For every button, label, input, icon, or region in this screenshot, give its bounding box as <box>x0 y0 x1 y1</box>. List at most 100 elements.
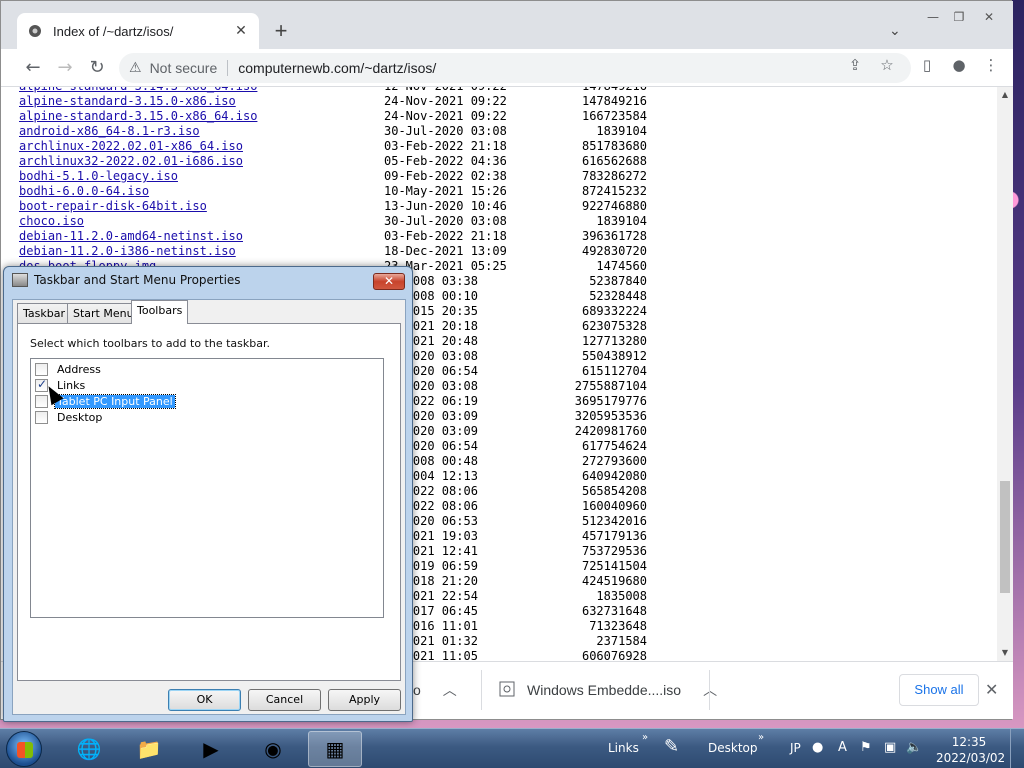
download-item-2[interactable]: Windows Embedde....iso ︿ <box>499 670 717 710</box>
windows-taskbar: 🌐 📁 ▶ ◉ ▦ Links » ✎ Desktop » JP ● A ⚑ ▣… <box>0 728 1024 768</box>
file-size: 1835008 <box>596 589 647 603</box>
file-link[interactable]: debian-11.2.0-amd64-netinst.iso <box>19 229 384 244</box>
language-indicator[interactable]: JP <box>790 741 801 755</box>
page-scrollbar[interactable]: ▲ ▼ <box>997 87 1013 661</box>
show-desktop-button[interactable] <box>1010 729 1024 768</box>
bookmark-star-icon[interactable]: ☆ <box>875 53 899 77</box>
address-label: Address <box>57 362 101 376</box>
restore-button[interactable]: ❐ <box>947 7 971 27</box>
start-button[interactable] <box>6 731 42 767</box>
file-size: 2755887104 <box>574 379 647 393</box>
file-link[interactable]: debian-11.2.0-i386-netinst.iso <box>19 244 384 259</box>
listing-row: bodhi-6.0.0-64.iso 10-May-2021 15:26 87241… <box>19 184 647 199</box>
scroll-down-arrow-icon[interactable]: ▼ <box>1000 648 1010 658</box>
file-size: 753729536 <box>581 544 647 558</box>
show-all-button[interactable]: Show all <box>899 674 979 706</box>
action-center-flag-icon[interactable]: ⚑ <box>860 740 872 755</box>
share-icon[interactable]: ⇪ <box>843 53 867 77</box>
apply-button[interactable]: Apply <box>328 689 401 711</box>
tab-start-menu[interactable]: Start Menu <box>67 303 140 323</box>
system-clock[interactable]: 12:35 2022/03/02 <box>936 734 1005 766</box>
minimize-button[interactable]: — <box>921 7 945 27</box>
clock-time: 12:35 <box>951 735 987 749</box>
tablet-pen-icon[interactable]: ✎ <box>664 736 679 757</box>
taskbar-ie-icon[interactable]: 🌐 <box>62 731 116 767</box>
file-size: 396361728 <box>581 229 647 243</box>
taskbar-properties-window-icon[interactable]: ▦ <box>308 731 362 767</box>
scroll-up-arrow-icon[interactable]: ▲ <box>1000 90 1010 100</box>
file-date: 24-Nov-2021 09:22 <box>384 109 507 123</box>
browser-toolbar: ← → ↻ ⚠ Not secure computernewb.com/~dar… <box>1 49 1013 87</box>
file-size: 872415232 <box>581 184 647 198</box>
tab-search-chevron-icon[interactable]: ⌄ <box>889 23 901 39</box>
file-link[interactable]: archlinux-2022.02.01-x86_64.iso <box>19 139 384 154</box>
download-divider <box>709 670 710 710</box>
listing-row: alpine-standard-3.15.0-x86.iso 24-Nov-202… <box>19 94 647 109</box>
tab-close-icon[interactable]: ✕ <box>233 23 249 39</box>
listing-row: android-x86_64-8.1-r3.iso 30-Jul-2020 03:… <box>19 124 647 139</box>
network-icon[interactable]: ▣ <box>884 740 896 755</box>
file-size: 565854208 <box>581 484 647 498</box>
links-chevron-icon[interactable]: » <box>642 732 648 743</box>
desktop-chevron-icon[interactable]: » <box>758 732 764 743</box>
file-size: 71323648 <box>589 619 647 633</box>
scrollbar-thumb[interactable] <box>1000 481 1010 593</box>
dialog-body: Taskbar Start Menu Toolbars Select which… <box>12 299 406 715</box>
taskbar-chrome-icon[interactable]: ◉ <box>246 731 300 767</box>
profile-avatar-icon[interactable]: ● <box>947 53 971 77</box>
file-size: 492830720 <box>581 244 647 258</box>
tab-taskbar[interactable]: Taskbar <box>17 303 71 323</box>
file-link[interactable]: alpine-standard-3.15.0-x86_64.iso <box>19 109 384 124</box>
forward-button[interactable]: → <box>53 56 77 80</box>
file-link[interactable]: bodhi-6.0.0-64.iso <box>19 184 384 199</box>
download-item-1-name: o <box>413 682 421 698</box>
dialog-close-button[interactable]: ✕ <box>373 273 405 290</box>
download-item-1[interactable]: o ︿ <box>413 670 457 710</box>
new-tab-button[interactable]: + <box>271 20 291 42</box>
taskbar-links-toolbar[interactable]: Links <box>608 741 639 755</box>
file-link[interactable]: archlinux32-2022.02.01-i686.iso <box>19 154 384 169</box>
active-tab[interactable]: Index of /~dartz/isos/ ✕ <box>17 13 259 49</box>
info-warning-icon[interactable]: ⚠ <box>129 60 142 76</box>
listing-row: boot-repair-disk-64bit.iso 13-Jun-2020 10… <box>19 199 647 214</box>
ime-mode-icon[interactable]: A <box>838 740 847 755</box>
taskbar-explorer-icon[interactable]: 📁 <box>122 731 176 767</box>
file-size: 512342016 <box>581 514 647 528</box>
menu-kebab-icon[interactable]: ⋮ <box>979 53 1003 77</box>
window-close-button[interactable]: ✕ <box>977 7 1001 27</box>
file-link[interactable]: alpine-standard-3.14.3-x86_64.iso <box>19 87 384 94</box>
file-link[interactable]: alpine-standard-3.15.0-x86.iso <box>19 94 384 109</box>
toolbar-option-address[interactable]: Address <box>35 361 103 377</box>
ok-button[interactable]: OK <box>168 689 241 711</box>
file-link[interactable]: choco.iso <box>19 214 384 229</box>
dialog-titlebar: Taskbar and Start Menu Properties <box>12 273 241 287</box>
address-bar[interactable]: ⚠ Not secure computernewb.com/~dartz/iso… <box>119 53 911 83</box>
file-link[interactable]: android-x86_64-8.1-r3.iso <box>19 124 384 139</box>
file-size: 1839104 <box>596 124 647 138</box>
downloads-close-icon[interactable]: ✕ <box>985 680 998 699</box>
tab-toolbars[interactable]: Toolbars <box>131 300 189 324</box>
cancel-button[interactable]: Cancel <box>248 689 321 711</box>
chevron-up-icon[interactable]: ︿ <box>703 680 717 700</box>
taskbar-desktop-toolbar[interactable]: Desktop <box>708 741 758 755</box>
toolbars-panel: Select which toolbars to add to the task… <box>17 323 401 681</box>
address-checkbox[interactable] <box>35 362 48 376</box>
back-button[interactable]: ← <box>21 56 45 80</box>
url-text[interactable]: computernewb.com/~dartz/isos/ <box>238 60 436 76</box>
file-date: 13-Jun-2020 10:46 <box>384 199 507 213</box>
desktop-checkbox[interactable] <box>35 410 48 424</box>
taskbar-media-player-icon[interactable]: ▶ <box>184 731 238 767</box>
volume-icon[interactable]: 🔈 <box>906 740 922 755</box>
disc-file-icon <box>499 681 515 700</box>
toolbar-option-desktop[interactable]: Desktop <box>35 409 104 425</box>
side-panel-icon[interactable]: ▯ <box>915 53 939 77</box>
file-date: 30-Jul-2020 03:08 <box>384 214 507 228</box>
listing-row: debian-11.2.0-i386-netinst.iso 18-Dec-202… <box>19 244 647 259</box>
file-date: 10-May-2021 15:26 <box>384 184 507 198</box>
file-link[interactable]: bodhi-5.1.0-legacy.iso <box>19 169 384 184</box>
dialog-title: Taskbar and Start Menu Properties <box>34 273 241 287</box>
ime-icon[interactable]: ● <box>812 740 823 755</box>
file-link[interactable]: boot-repair-disk-64bit.iso <box>19 199 384 214</box>
chevron-up-icon[interactable]: ︿ <box>443 680 457 700</box>
reload-button[interactable]: ↻ <box>85 56 109 80</box>
